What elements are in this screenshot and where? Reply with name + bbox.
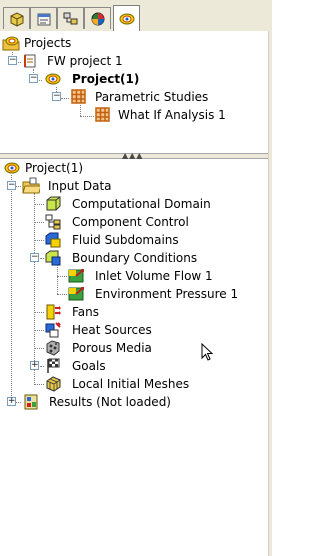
local-mesh-icon bbox=[46, 376, 61, 392]
tab-configuration-manager[interactable] bbox=[57, 7, 84, 29]
tree-label-component-control: Component Control bbox=[72, 215, 189, 229]
analysis-tree: Project(1) − Input Data Computational Do… bbox=[0, 159, 268, 556]
pressure-boundary-icon bbox=[68, 287, 84, 301]
tree-label-results: Results (Not loaded) bbox=[49, 395, 171, 409]
project-icon bbox=[24, 54, 36, 68]
inlet-boundary-icon bbox=[68, 269, 84, 283]
tree-label-parametric-studies: Parametric Studies bbox=[95, 90, 209, 104]
tree-label-local-initial-meshes: Local Initial Meshes bbox=[72, 377, 190, 391]
component-control-icon bbox=[45, 214, 61, 230]
tree-label-goals: Goals bbox=[72, 359, 106, 373]
tree-label-porous-media: Porous Media bbox=[72, 341, 152, 355]
tree-label-fans: Fans bbox=[72, 305, 100, 319]
collapse-toggle[interactable]: − bbox=[52, 92, 61, 101]
fans-icon bbox=[46, 304, 61, 320]
expand-toggle[interactable]: + bbox=[7, 397, 16, 406]
tree-label-fluid-subdomains: Fluid Subdomains bbox=[72, 233, 179, 247]
fluid-subdomains-icon bbox=[45, 232, 61, 248]
boundary-conditions-icon bbox=[45, 250, 61, 266]
tree-label-configuration: Project(1) bbox=[72, 72, 140, 86]
feature-manager-icon bbox=[10, 12, 24, 27]
parametric-study-icon bbox=[95, 107, 110, 122]
goals-flag-icon bbox=[47, 358, 60, 373]
tree-label-project: Project(1) bbox=[25, 161, 84, 175]
tree-label-what-if-analysis: What If Analysis 1 bbox=[118, 108, 226, 122]
tree-label-environment-pressure: Environment Pressure 1 bbox=[95, 287, 239, 301]
expand-toggle[interactable]: + bbox=[30, 361, 39, 370]
tree-label-heat-sources: Heat Sources bbox=[72, 323, 152, 337]
results-icon bbox=[24, 394, 38, 410]
flow-simulation-icon bbox=[119, 13, 135, 25]
manager-tab-bar bbox=[0, 0, 272, 32]
tab-property-manager[interactable] bbox=[30, 7, 57, 29]
heat-sources-icon bbox=[45, 322, 61, 338]
collapse-toggle[interactable]: − bbox=[7, 181, 16, 190]
collapse-toggle[interactable]: − bbox=[29, 74, 38, 83]
projects-tree: Projects − FW project 1 − Project(1) − P… bbox=[0, 31, 268, 153]
tree-label-inlet-volume-flow: Inlet Volume Flow 1 bbox=[95, 269, 213, 283]
tab-feature-manager[interactable] bbox=[3, 7, 30, 29]
appearance-manager-icon bbox=[91, 12, 105, 26]
collapse-toggle[interactable]: − bbox=[8, 56, 17, 65]
flow-project-icon bbox=[45, 73, 61, 85]
tree-label-input-data: Input Data bbox=[48, 179, 112, 193]
configuration-manager-icon bbox=[63, 12, 78, 25]
projects-icon bbox=[2, 36, 20, 51]
porous-media-icon bbox=[46, 340, 60, 356]
property-manager-icon bbox=[37, 13, 51, 26]
tree-label-fw-project: FW project 1 bbox=[47, 54, 123, 68]
collapse-toggle[interactable]: − bbox=[30, 253, 39, 262]
pane-right-border bbox=[268, 31, 272, 556]
tree-label-computational-domain: Computational Domain bbox=[72, 197, 211, 211]
input-data-folder-icon bbox=[22, 177, 40, 194]
tab-flow-simulation[interactable] bbox=[113, 5, 140, 31]
mouse-cursor-icon bbox=[201, 343, 214, 361]
tree-label-boundary-conditions: Boundary Conditions bbox=[72, 251, 198, 265]
parametric-study-icon bbox=[71, 89, 86, 104]
computational-domain-icon bbox=[46, 196, 61, 211]
tree-label-projects: Projects bbox=[24, 36, 72, 50]
flow-project-icon bbox=[4, 162, 20, 174]
tab-appearance-manager[interactable] bbox=[84, 7, 111, 29]
